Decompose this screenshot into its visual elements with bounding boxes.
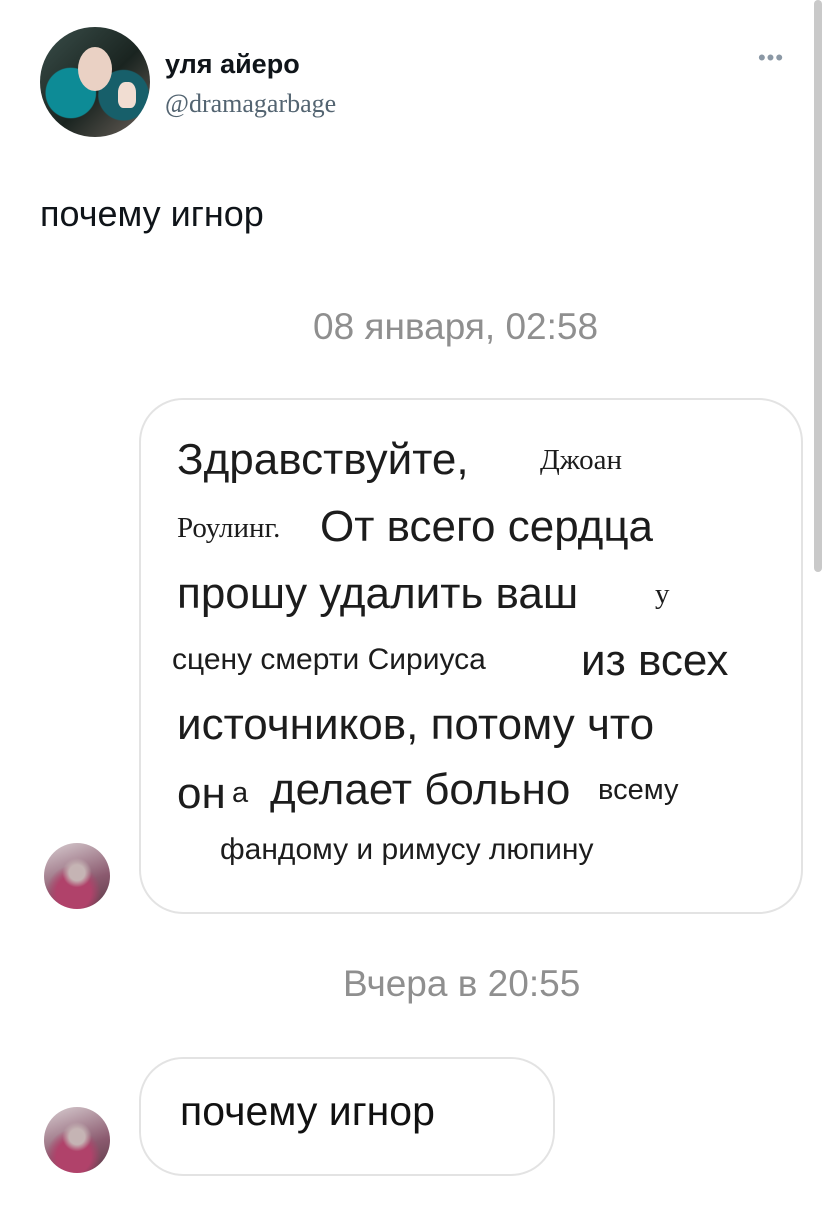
more-horizontal-icon[interactable]: ••• bbox=[752, 47, 790, 69]
sender-avatar[interactable] bbox=[44, 1107, 110, 1173]
message-line: у bbox=[655, 578, 670, 610]
display-name[interactable]: уля айеро bbox=[165, 49, 300, 80]
message-line: делает больно bbox=[270, 765, 571, 814]
message-line: сцену смерти Сириуса bbox=[172, 643, 486, 676]
message-line: Роулинг. bbox=[177, 512, 281, 544]
message-line: а bbox=[232, 777, 249, 809]
message-line: Здравствуйте, bbox=[177, 435, 469, 484]
sender-avatar[interactable] bbox=[44, 843, 110, 909]
message-line: прошу удалить ваш bbox=[177, 569, 579, 618]
scrollbar[interactable] bbox=[814, 0, 822, 572]
avatar-face bbox=[78, 47, 112, 91]
user-handle[interactable]: @dramagarbage bbox=[165, 89, 336, 119]
message-line: из всех bbox=[581, 636, 729, 685]
message-line: источников, потому что bbox=[177, 700, 655, 749]
message-line: От всего сердца bbox=[320, 502, 654, 551]
tweet-text: почему игнор bbox=[40, 193, 264, 234]
avatar-peace-sign bbox=[118, 82, 136, 108]
reply-text: почему игнор bbox=[180, 1088, 435, 1134]
message-line: он bbox=[177, 769, 226, 818]
profile-avatar[interactable] bbox=[40, 27, 150, 137]
message-line: Джоан bbox=[540, 444, 622, 476]
message-line: фандому и римусу люпину bbox=[220, 833, 594, 866]
message-line: всему bbox=[598, 774, 679, 806]
